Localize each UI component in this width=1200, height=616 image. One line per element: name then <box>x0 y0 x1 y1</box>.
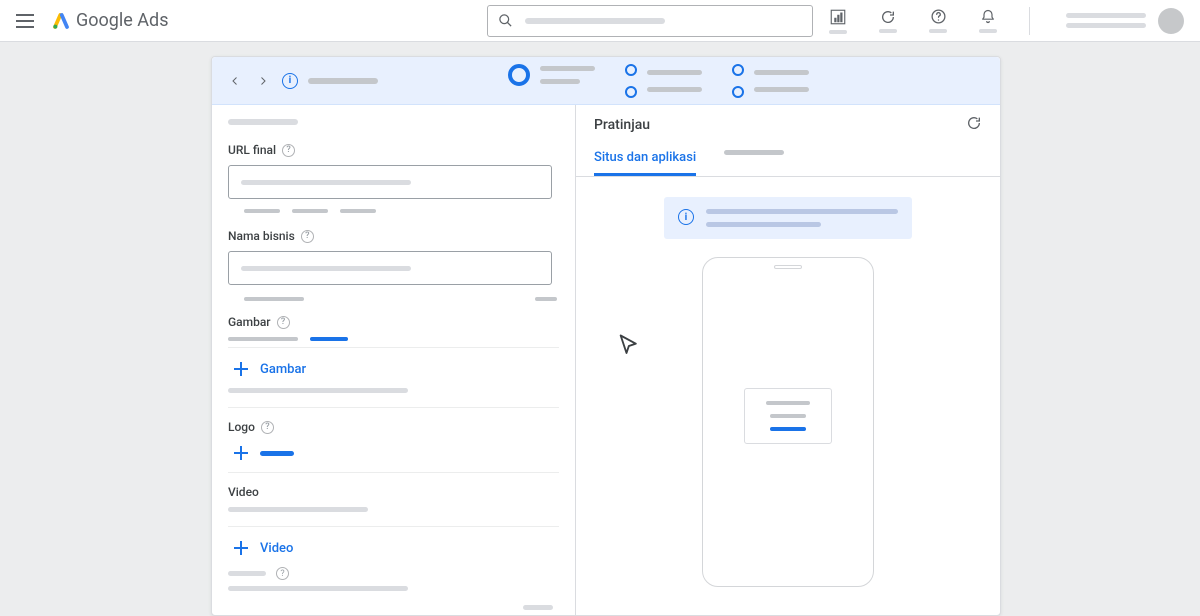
info-icon[interactable]: i <box>282 73 298 89</box>
url-final-input[interactable] <box>228 165 552 199</box>
step-2[interactable] <box>625 64 702 98</box>
bar-chart-icon <box>829 8 847 26</box>
step-bar: i <box>212 57 1000 105</box>
business-name-label: Nama bisnis ? <box>228 229 559 243</box>
menu-icon[interactable] <box>16 14 34 28</box>
step-back-button[interactable] <box>226 72 244 90</box>
step-current[interactable] <box>508 64 595 86</box>
step-forward-button[interactable] <box>254 72 272 90</box>
refresh-button[interactable] <box>879 9 897 33</box>
help-icon[interactable]: ? <box>276 567 289 580</box>
images-label: Gambar ? <box>228 315 559 329</box>
preview-title: Pratinjau <box>594 117 650 133</box>
bell-icon <box>980 8 996 25</box>
avatar[interactable] <box>1158 8 1184 34</box>
account-switcher[interactable] <box>1066 8 1184 34</box>
logo-label: Logo ? <box>228 420 559 434</box>
char-counter <box>228 295 559 315</box>
ad-preview-card <box>744 388 832 444</box>
reports-button[interactable] <box>829 8 847 34</box>
preview-refresh-button[interactable] <box>966 115 982 135</box>
refresh-icon <box>966 115 982 131</box>
refresh-icon <box>880 9 896 25</box>
cursor-icon <box>616 332 644 360</box>
preview-tabs: Situs dan aplikasi <box>576 145 1000 177</box>
tab-other[interactable] <box>724 150 784 176</box>
ad-form: URL final ? Nama bisnis ? Gambar ? Gamba… <box>212 105 576 615</box>
tab-sites-apps[interactable]: Situs dan aplikasi <box>594 150 696 176</box>
add-logo-button[interactable] <box>232 444 559 462</box>
images-tabs[interactable] <box>228 337 559 341</box>
add-video-button[interactable]: Video <box>232 539 559 557</box>
help-icon[interactable]: ? <box>301 230 314 243</box>
preview-pane: Pratinjau Situs dan aplikasi i <box>576 105 1000 615</box>
app-logo[interactable]: Google Ads <box>52 10 168 31</box>
phone-preview <box>702 257 874 587</box>
notifications-button[interactable] <box>979 8 997 33</box>
help-icon <box>930 8 947 25</box>
help-icon[interactable]: ? <box>277 316 290 329</box>
app-header: Google Ads <box>0 0 1200 42</box>
help-button[interactable] <box>929 8 947 33</box>
plus-icon <box>232 360 250 378</box>
info-icon: i <box>678 209 694 225</box>
ad-editor-panel: i URL final ? <box>211 56 1001 616</box>
video-label: Video <box>228 485 559 499</box>
search-input[interactable] <box>487 5 813 37</box>
preview-info-banner: i <box>664 197 912 239</box>
chevron-right-icon <box>257 75 269 87</box>
chevron-left-icon <box>229 75 241 87</box>
google-ads-logo-icon <box>52 12 70 30</box>
plus-icon <box>232 539 250 557</box>
app-title: Google Ads <box>76 10 168 31</box>
header-tools <box>829 7 1184 35</box>
help-icon[interactable]: ? <box>261 421 274 434</box>
url-final-label: URL final ? <box>228 143 559 157</box>
business-name-input[interactable] <box>228 251 552 285</box>
plus-icon <box>232 444 250 462</box>
step-3[interactable] <box>732 64 809 98</box>
add-image-button[interactable]: Gambar <box>232 360 559 378</box>
search-icon <box>498 13 513 28</box>
url-options[interactable] <box>244 209 559 213</box>
headlines-label: ? <box>228 567 559 580</box>
help-icon[interactable]: ? <box>282 144 295 157</box>
